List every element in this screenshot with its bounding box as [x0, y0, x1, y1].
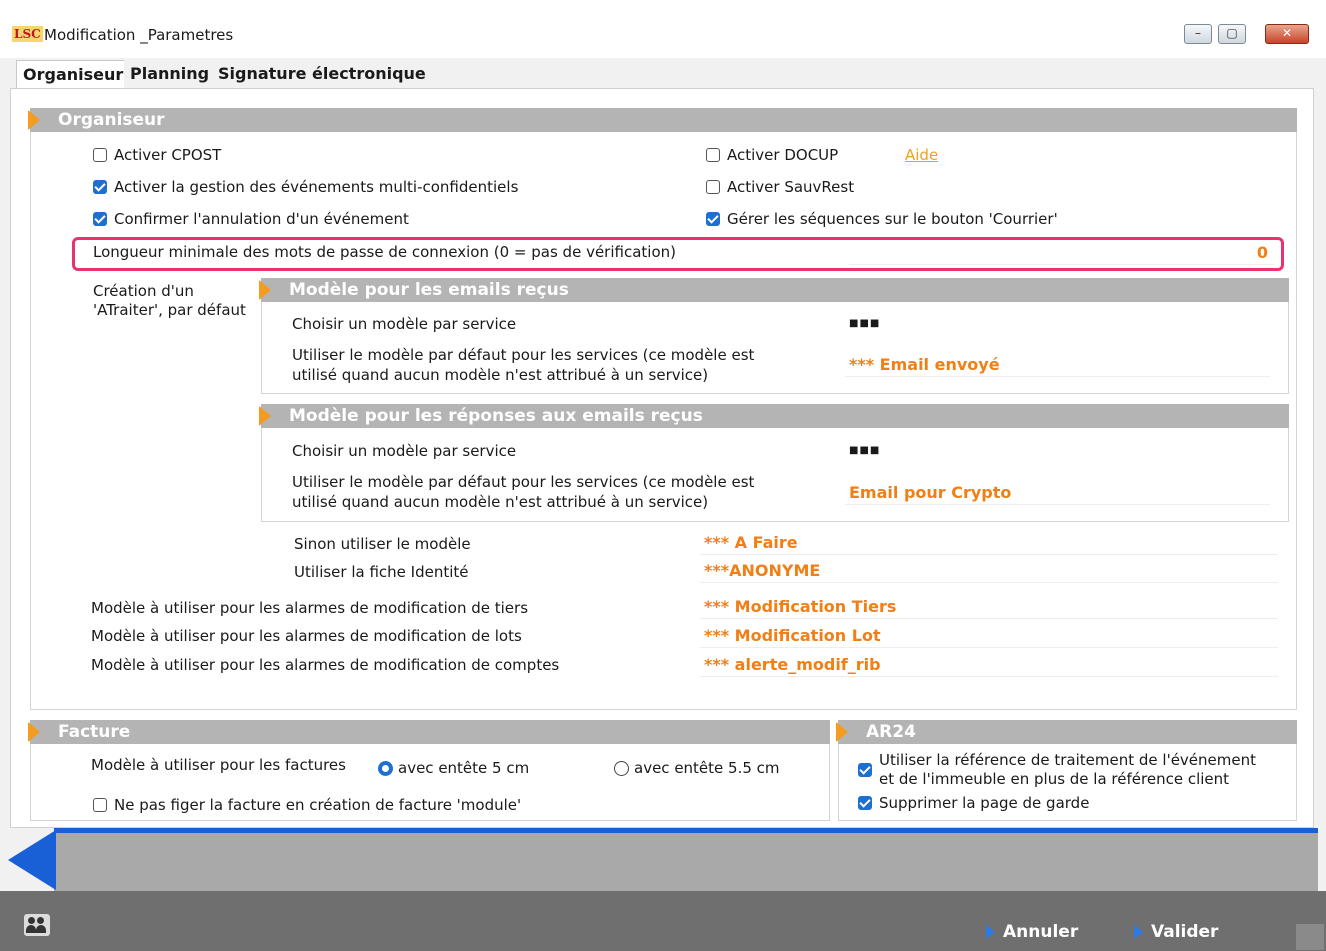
ar24-reference-checkbox[interactable] [858, 763, 872, 777]
section-arrow-icon [836, 722, 848, 742]
sinon-modele-input[interactable]: *** A Faire [700, 532, 1278, 555]
alarme-comptes-value: *** alerte_modif_rib [704, 655, 881, 674]
minimize-button[interactable]: – [1184, 24, 1212, 44]
activer-sauvrest-label: Activer SauvRest [727, 178, 855, 196]
valider-button[interactable]: Valider [1134, 922, 1218, 942]
app-logo-icon: LSC [12, 26, 43, 42]
emails-recus-defaut-value: *** Email envoyé [849, 355, 1000, 374]
longueur-min-value: 0 [1256, 243, 1268, 262]
activer-docup-label: Activer DOCUP [727, 146, 839, 164]
reponses-choisir-label: Choisir un modèle par service [292, 442, 517, 460]
facture-header: Facture [28, 720, 830, 744]
reponses-defaut-input[interactable]: Email pour Crypto [845, 482, 1270, 505]
confirmer-annulation-checkbox[interactable] [93, 212, 107, 226]
collapse-arrow-icon[interactable] [8, 830, 56, 890]
window-title: Modification _Parametres [44, 26, 234, 44]
footer-band [54, 833, 1318, 891]
emails-recus-defaut-input[interactable]: *** Email envoyé [845, 354, 1270, 377]
facture-header-label: Facture [58, 722, 131, 742]
reponses-defaut-label-1: Utiliser le modèle par défaut pour les s… [292, 473, 755, 491]
radio-entete-5cm-label: avec entête 5 cm [398, 759, 530, 777]
annuler-label: Annuler [1003, 922, 1079, 942]
section-arrow-icon [259, 406, 271, 426]
tab-planning[interactable]: Planning [124, 60, 216, 88]
creation-label-line1: Création d'un [93, 282, 194, 300]
reponses-choisir-button[interactable]: ■■■ [849, 442, 880, 460]
aide-link[interactable]: Aide [905, 146, 938, 164]
organiseur-header: Organiseur [28, 108, 1297, 132]
fiche-identite-input[interactable]: ***ANONYME [700, 560, 1278, 583]
section-arrow-icon [28, 110, 40, 130]
valider-label: Valider [1151, 922, 1219, 942]
supprimer-garde-label: Supprimer la page de garde [879, 794, 1090, 812]
fiche-identite-label: Utiliser la fiche Identité [294, 563, 469, 581]
emails-recus-header-label: Modèle pour les emails reçus [289, 280, 569, 300]
emails-recus-defaut-label-1: Utiliser le modèle par défaut pour les s… [292, 346, 755, 364]
ne-pas-figer-checkbox[interactable] [93, 798, 107, 812]
maximize-button[interactable]: ▢ [1218, 24, 1246, 44]
multi-confidentiels-label: Activer la gestion des événements multi-… [114, 178, 519, 196]
alarme-comptes-label: Modèle à utiliser pour les alarmes de mo… [91, 656, 560, 674]
activer-sauvrest-checkbox[interactable] [706, 180, 720, 194]
maximize-icon: ▢ [1226, 26, 1238, 40]
confirmer-annulation-label: Confirmer l'annulation d'un événement [114, 210, 409, 228]
close-icon: ✕ [1281, 26, 1293, 40]
reponses-defaut-value: Email pour Crypto [849, 483, 1012, 502]
emails-recus-defaut-label-2: utilisé quand aucun modèle n'est attribu… [292, 366, 709, 384]
tab-organiseur[interactable]: Organiseur [16, 60, 131, 89]
fiche-identite-value: ***ANONYME [704, 561, 821, 580]
section-arrow-icon [28, 722, 40, 742]
reponses-emails-header: Modèle pour les réponses aux emails reçu… [259, 404, 1289, 428]
ar24-header-label: AR24 [866, 722, 916, 742]
reponses-emails-header-label: Modèle pour les réponses aux emails reçu… [289, 406, 703, 426]
sinon-modele-label: Sinon utiliser le modèle [294, 535, 471, 553]
organiseur-header-label: Organiseur [58, 110, 165, 130]
emails-recus-choisir-button[interactable]: ■■■ [849, 315, 880, 333]
gerer-sequences-checkbox[interactable] [706, 212, 720, 226]
radio-entete-55cm-label: avec entête 5.5 cm [634, 759, 780, 777]
ar24-reference-label-2: et de l'immeuble en plus de la référence… [879, 770, 1230, 788]
minimize-icon: – [1195, 26, 1201, 40]
longueur-min-label: Longueur minimale des mots de passe de c… [93, 243, 676, 261]
resize-grip-icon[interactable] [1296, 924, 1324, 950]
alarme-tiers-label: Modèle à utiliser pour les alarmes de mo… [91, 599, 529, 617]
tab-signature-electronique[interactable]: Signature électronique [212, 60, 432, 88]
radio-entete-55cm[interactable] [614, 761, 629, 776]
alarme-lots-label: Modèle à utiliser pour les alarmes de mo… [91, 627, 522, 645]
annuler-button[interactable]: Annuler [986, 922, 1078, 942]
activer-docup-checkbox[interactable] [706, 148, 720, 162]
alarme-tiers-value: *** Modification Tiers [704, 597, 897, 616]
longueur-min-input[interactable]: 0 [849, 242, 1274, 265]
radio-entete-5cm[interactable] [378, 761, 393, 776]
close-button[interactable]: ✕ [1265, 24, 1309, 44]
ne-pas-figer-label: Ne pas figer la facture en création de f… [114, 796, 522, 814]
sinon-modele-value: *** A Faire [704, 533, 798, 552]
reponses-defaut-label-2: utilisé quand aucun modèle n'est attribu… [292, 493, 709, 511]
ar24-reference-label-1: Utiliser la référence de traitement de l… [879, 751, 1256, 769]
ar24-header: AR24 [836, 720, 1297, 744]
activer-cpost-label: Activer CPOST [114, 146, 222, 164]
gerer-sequences-label: Gérer les séquences sur le bouton 'Courr… [727, 210, 1058, 228]
valider-arrow-icon [1134, 925, 1143, 939]
supprimer-garde-checkbox[interactable] [858, 796, 872, 810]
footer-bar [0, 891, 1326, 951]
emails-recus-header: Modèle pour les emails reçus [259, 278, 1289, 302]
creation-label-line2: 'ATraiter', par défaut [93, 301, 246, 319]
emails-recus-choisir-label: Choisir un modèle par service [292, 315, 517, 333]
multi-confidentiels-checkbox[interactable] [93, 180, 107, 194]
alarme-comptes-input[interactable]: *** alerte_modif_rib [700, 654, 1278, 677]
activer-cpost-checkbox[interactable] [93, 148, 107, 162]
alarme-lots-input[interactable]: *** Modification Lot [700, 625, 1278, 648]
alarme-tiers-input[interactable]: *** Modification Tiers [700, 596, 1278, 619]
users-icon[interactable] [24, 914, 50, 936]
section-arrow-icon [259, 280, 271, 300]
annuler-arrow-icon [986, 925, 995, 939]
alarme-lots-value: *** Modification Lot [704, 626, 881, 645]
facture-modele-label: Modèle à utiliser pour les factures [91, 756, 346, 774]
